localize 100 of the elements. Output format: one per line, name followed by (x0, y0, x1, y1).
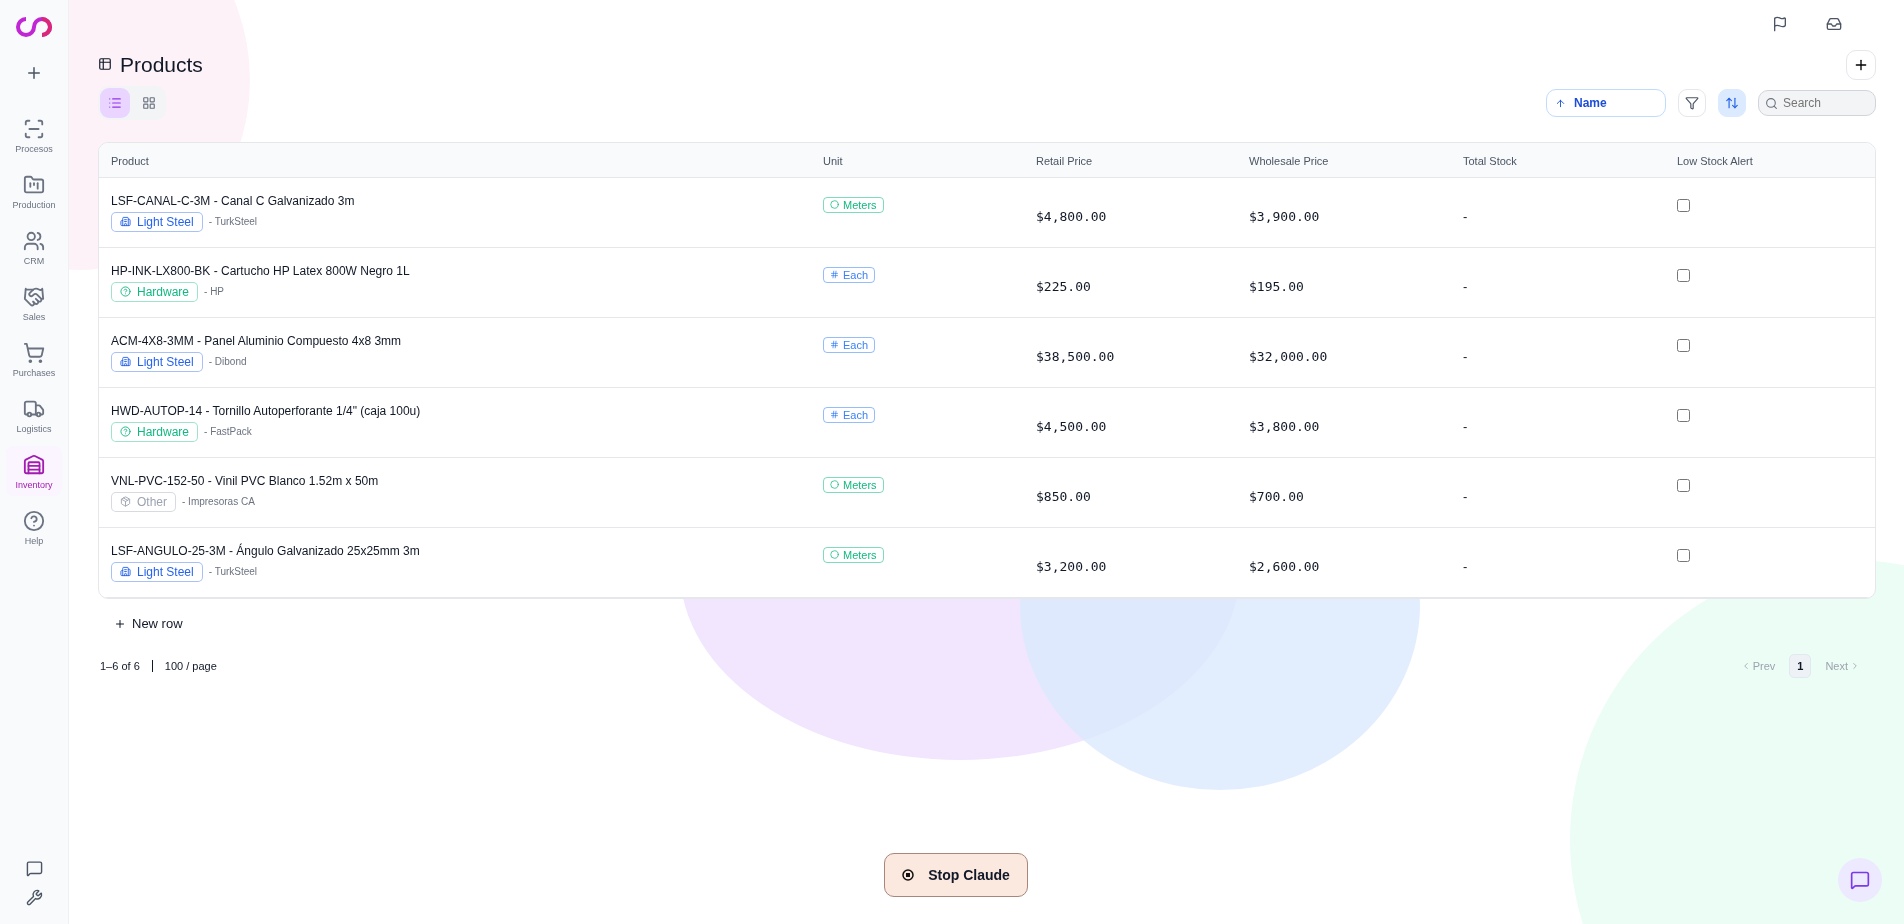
search-field[interactable]: Search (1758, 90, 1876, 116)
truck-icon (23, 398, 45, 420)
retail-price: $3,200.00 (1036, 558, 1108, 574)
product-name[interactable]: HP-INK-LX800-BK - Cartucho HP Latex 800W Negro 1L (111, 263, 799, 278)
sidebar-item[interactable]: Help (6, 502, 62, 552)
stop-icon (902, 869, 915, 881)
column-header: Wholesale Price (1237, 143, 1451, 178)
building-icon (120, 566, 131, 577)
column-header: Product (99, 143, 811, 178)
low-stock-checkbox[interactable] (1677, 269, 1690, 282)
grid-icon (142, 96, 156, 110)
logo-icon[interactable] (16, 16, 52, 38)
warehouse-icon (23, 454, 45, 476)
sidebar-item[interactable]: CRM (6, 222, 62, 272)
table-icon (98, 57, 112, 71)
handshake-icon (23, 286, 45, 308)
low-stock-checkbox[interactable] (1677, 339, 1690, 352)
row-range: 1–6 of 6 (100, 660, 140, 672)
circle-icon (830, 550, 839, 559)
help-icon (23, 510, 45, 532)
add-button[interactable] (1846, 50, 1876, 80)
sort-icon (1725, 96, 1739, 110)
product-name[interactable]: LSF-CANAL-C-3M - Canal C Galvanizado 3m (111, 193, 799, 208)
chat-icon (1850, 870, 1870, 890)
column-header: Low Stock Alert (1665, 143, 1875, 178)
help-icon (120, 426, 131, 437)
category-tag: Hardware (111, 281, 199, 302)
help-icon (120, 286, 131, 297)
chevron-right-icon (1850, 661, 1860, 671)
plus-icon (1853, 57, 1869, 73)
low-stock-checkbox[interactable] (1677, 479, 1690, 492)
unit-tag: Each (823, 336, 876, 353)
total-stock: - (1463, 278, 1469, 294)
folder-icon (23, 174, 45, 196)
low-stock-checkbox[interactable] (1677, 199, 1690, 212)
new-row-button[interactable]: New row (108, 615, 189, 632)
retail-price: $225.00 (1036, 278, 1092, 294)
hash-icon (830, 340, 839, 349)
supplier-name: - TurkSteel (208, 216, 258, 227)
category-tag: Light Steel (111, 561, 203, 582)
plus-icon (114, 617, 126, 630)
unit-tag: Meters (823, 476, 884, 493)
hash-icon (830, 270, 839, 279)
page-number[interactable]: 1 (1789, 654, 1812, 678)
category-tag: Hardware (111, 421, 199, 442)
users-icon (23, 230, 45, 252)
unit-tag: Meters (823, 546, 884, 563)
product-name[interactable]: HWD-AUTOP-14 - Tornillo Autoperforante 1/4" (caja 100u) (111, 403, 799, 418)
supplier-name: - FastPack (204, 426, 252, 437)
retail-price: $4,500.00 (1036, 418, 1108, 434)
sort-field[interactable]: Name (1546, 89, 1666, 117)
unit-tag: Each (823, 406, 876, 423)
unit-tag: Each (823, 266, 876, 283)
retail-price: $850.00 (1036, 488, 1092, 504)
product-name[interactable]: VNL-PVC-152-50 - Vinil PVC Blanco 1.52m x 50m (111, 473, 799, 488)
circle-icon (830, 480, 839, 489)
wholesale-price: $2,600.00 (1249, 558, 1321, 574)
sidebar-item[interactable]: Inventory (6, 446, 62, 496)
filter-icon (1685, 96, 1699, 110)
supplier-name: - Dibond (208, 356, 247, 367)
low-stock-checkbox[interactable] (1677, 549, 1690, 562)
building-icon (120, 216, 131, 227)
supplier-name: - TurkSteel (208, 566, 258, 577)
list-view-button[interactable] (100, 88, 130, 118)
search-icon (1765, 97, 1778, 110)
scan-icon (23, 118, 45, 140)
sidebar-item[interactable]: Sales (6, 278, 62, 328)
package-icon (120, 496, 131, 507)
low-stock-checkbox[interactable] (1677, 409, 1690, 422)
supplier-name: - HP (204, 286, 225, 297)
total-stock: - (1463, 348, 1469, 364)
stop-button[interactable]: Stop Claude (884, 853, 1028, 897)
product-name[interactable]: LSF-ANGULO-25-3M - Ángulo Galvanizado 25x25mm 3m (111, 543, 799, 558)
column-header: Total Stock (1451, 143, 1665, 178)
wholesale-price: $32,000.00 (1249, 348, 1329, 364)
sidebar-item[interactable]: Purchases (6, 334, 62, 384)
total-stock: - (1463, 208, 1469, 224)
hash-icon (830, 410, 839, 419)
retail-price: $4,800.00 (1036, 208, 1108, 224)
filter-button[interactable] (1678, 89, 1706, 117)
circle-icon (830, 200, 839, 209)
sidebar-item[interactable]: Procesos (6, 110, 62, 160)
wholesale-price: $700.00 (1249, 488, 1305, 504)
cart-icon (23, 342, 45, 364)
total-stock: - (1463, 488, 1469, 504)
list-icon (108, 96, 122, 110)
page-size[interactable]: 100 / page (164, 660, 217, 672)
category-tag: Other (111, 491, 176, 512)
wholesale-price: $195.00 (1249, 278, 1305, 294)
total-stock: - (1463, 418, 1469, 434)
sidebar-item[interactable]: Logistics (6, 390, 62, 440)
product-name[interactable]: ACM-4X8-3MM - Panel Aluminio Compuesto 4x8 3mm (111, 333, 799, 348)
arrow-up-icon (1555, 97, 1566, 109)
page-title: Products (120, 53, 203, 77)
unit-tag: Meters (823, 196, 884, 213)
supplier-name: - Impresoras CA (182, 496, 255, 507)
plus-icon (25, 64, 43, 82)
sort-button[interactable] (1718, 89, 1746, 117)
sidebar-item[interactable]: Production (6, 166, 62, 216)
category-tag: Light Steel (111, 351, 203, 372)
